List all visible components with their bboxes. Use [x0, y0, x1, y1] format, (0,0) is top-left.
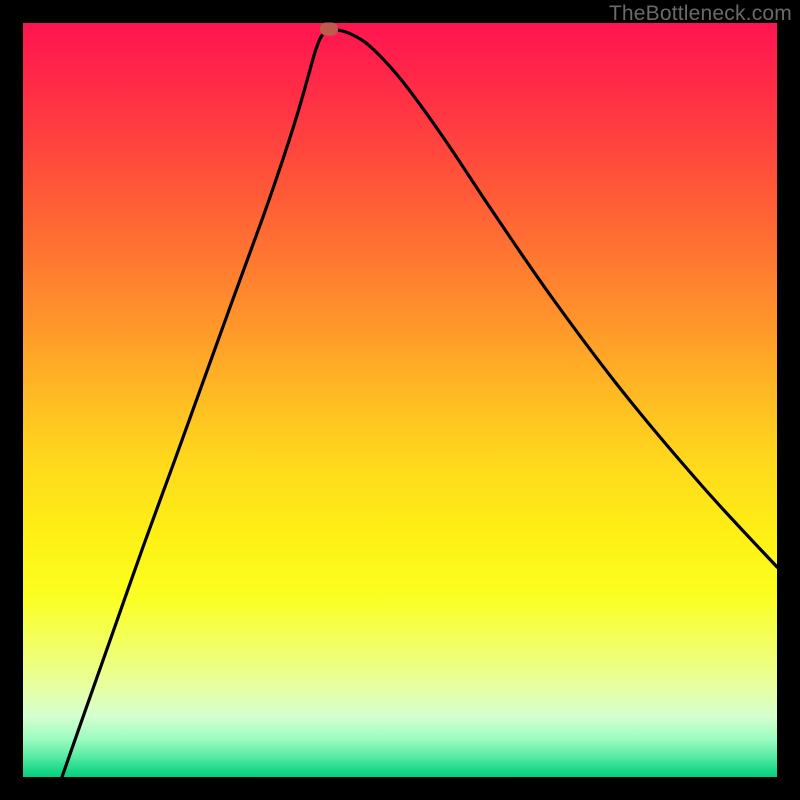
plot-area	[23, 23, 777, 777]
chart-container: TheBottleneck.com	[0, 0, 800, 800]
optimal-point-marker	[320, 23, 338, 36]
curve-svg	[23, 23, 777, 777]
watermark-text: TheBottleneck.com	[609, 2, 792, 26]
bottleneck-curve-path	[62, 29, 777, 777]
